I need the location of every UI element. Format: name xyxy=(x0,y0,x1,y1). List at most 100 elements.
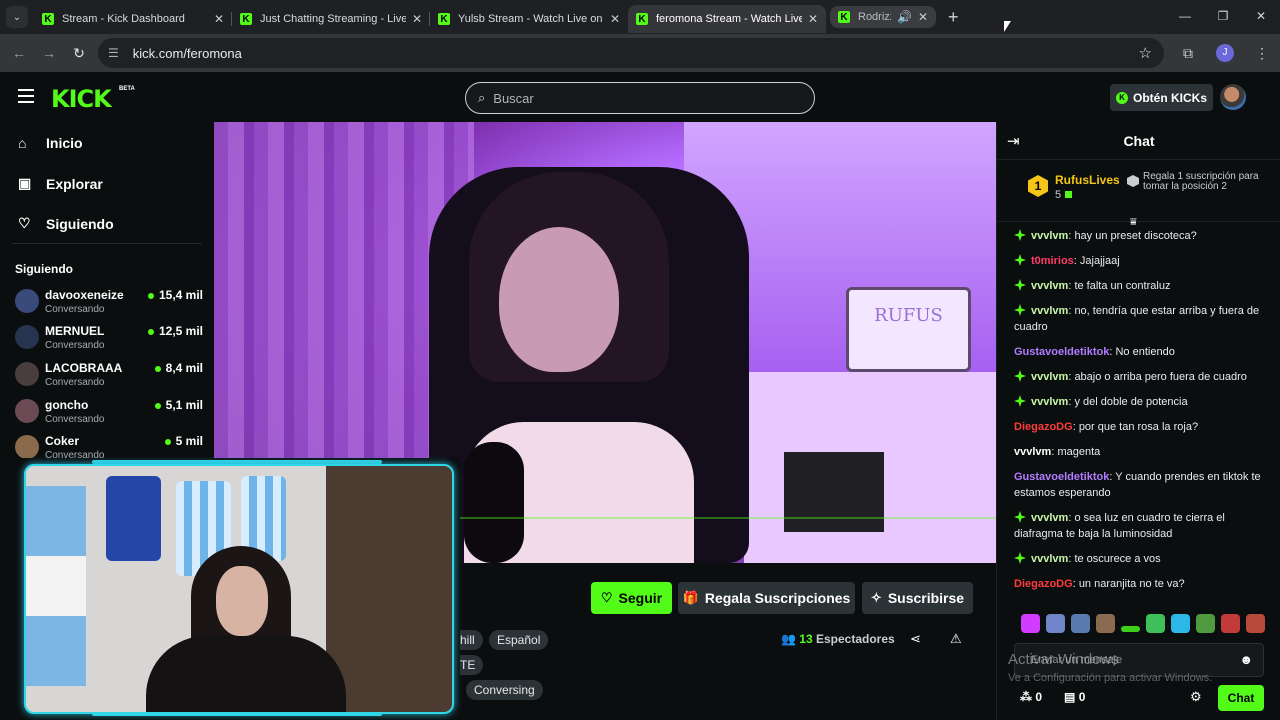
channel-shop[interactable]: ▤ 0 xyxy=(1064,690,1085,704)
follow-button[interactable]: ♡ Seguir xyxy=(591,582,672,614)
subscribe-button[interactable]: ✧ Suscribirse xyxy=(862,582,973,614)
sidebar-item-siguiendo[interactable]: ♡ Siguiendo xyxy=(18,215,114,232)
emote-icon[interactable] xyxy=(1221,614,1240,633)
forward-icon[interactable]: → xyxy=(34,45,64,61)
user-avatar[interactable] xyxy=(1220,84,1246,110)
emote-icon[interactable] xyxy=(1071,614,1090,633)
emote-icon[interactable] xyxy=(1121,626,1140,632)
subscriber-badge-icon xyxy=(1014,395,1026,407)
close-tab-icon[interactable]: ✕ xyxy=(214,12,224,26)
avatar xyxy=(15,325,39,349)
address-bar[interactable]: ☰ kick.com/feromona ☆ xyxy=(98,38,1164,68)
followed-channel-lacobraaa[interactable]: LACOBRAAA Conversando 8,4 mil xyxy=(15,359,203,391)
gift-subs-button[interactable]: 🎁 Regala Suscripciones xyxy=(678,582,855,614)
close-tab-icon[interactable]: ✕ xyxy=(412,12,422,26)
chat-text: Jajajjaaj xyxy=(1079,255,1120,267)
emoji-picker-icon[interactable]: ☻ xyxy=(1239,644,1253,676)
chat-username[interactable]: vvvlvm xyxy=(1031,371,1068,383)
chat-message: Gustavoeldetiktok: No entiendo xyxy=(1014,346,1175,358)
emote-icon[interactable] xyxy=(1146,614,1165,633)
chat-message: DiegazoDG: por que tan rosa la roja? xyxy=(1014,421,1199,433)
chat-message: vvvlvm: abajo o arriba pero fuera de cua… xyxy=(997,369,1280,385)
followed-channel-mernuel[interactable]: MERNUEL Conversando 12,5 mil xyxy=(15,322,203,354)
more-menu-icon[interactable]: ⋮ xyxy=(1244,45,1280,62)
reload-icon[interactable]: ↻ xyxy=(64,45,94,62)
chat-username[interactable]: vvvlvm xyxy=(1031,305,1068,317)
viewer-count: 5 mil xyxy=(165,434,203,448)
browser-tab[interactable]: K Stream - Kick Dashboard ✕ xyxy=(34,5,232,33)
report-icon[interactable]: ⚠ xyxy=(950,631,962,647)
emote-icon[interactable] xyxy=(1246,614,1265,633)
viewer-count: 15,4 mil xyxy=(148,288,203,302)
emote-icon[interactable] xyxy=(1046,614,1065,633)
site-info-icon[interactable]: ☰ xyxy=(108,46,119,60)
close-tab-icon[interactable]: ✕ xyxy=(808,12,818,26)
chat-username[interactable]: Gustavoeldetiktok xyxy=(1014,346,1109,358)
kick-favicon-icon: K xyxy=(240,13,252,25)
maximize-icon[interactable]: ❐ xyxy=(1204,0,1242,34)
subscriber-badge-icon xyxy=(1014,552,1026,564)
sidebar-item-explorar[interactable]: ▣ Explorar xyxy=(18,175,103,192)
close-tab-icon[interactable]: ✕ xyxy=(918,10,928,24)
channel-points[interactable]: ⁂ 0 xyxy=(1020,690,1042,704)
chat-username[interactable]: vvvlvm xyxy=(1014,446,1051,458)
video-streamer-face xyxy=(499,227,619,372)
gift-prompt: Regala 1 suscripción para tomar la posic… xyxy=(1143,171,1259,192)
chat-username[interactable]: vvvlvm xyxy=(1031,512,1068,524)
top-gifter-name[interactable]: RufusLives xyxy=(1055,173,1120,187)
emote-icon[interactable] xyxy=(1021,614,1040,633)
get-kicks-button[interactable]: K Obtén KICKs xyxy=(1110,84,1213,111)
minimize-icon[interactable]: — xyxy=(1166,0,1204,34)
site-header: KICK BETA ⌕ Buscar K Obtén KICKs xyxy=(0,72,1280,122)
chat-username[interactable]: vvvlvm xyxy=(1031,396,1068,408)
browser-tab[interactable]: K Yulsb Stream - Watch Live on Ki ✕ xyxy=(430,5,628,33)
gift-icon: 🎁 xyxy=(682,590,699,605)
chat-username[interactable]: vvvlvm xyxy=(1031,553,1068,565)
send-chat-button[interactable]: Chat xyxy=(1218,685,1264,711)
chat-message: vvvlvm: no, tendría que estar arriba y f… xyxy=(1014,304,1260,333)
kick-logo[interactable]: KICK xyxy=(51,85,112,113)
chat-message: vvvlvm: o sea luz en cuadro te cierra el… xyxy=(1014,511,1225,540)
subscriber-badge-icon xyxy=(1014,229,1026,241)
emote-icon[interactable] xyxy=(1171,614,1190,633)
emote-icon[interactable] xyxy=(1196,614,1215,633)
bookmark-star-icon[interactable]: ☆ xyxy=(1139,44,1152,62)
channel-name: LACOBRAAA xyxy=(45,361,123,375)
channel-name: MERNUEL xyxy=(45,324,105,338)
kicks-coin-icon: K xyxy=(1115,91,1128,104)
video-sign: RUFUS xyxy=(846,287,971,372)
chat-username[interactable]: t0mirios xyxy=(1031,255,1074,267)
profile-avatar[interactable]: J xyxy=(1216,44,1234,62)
back-icon[interactable]: ← xyxy=(4,45,34,61)
sidebar-item-inicio[interactable]: ⌂ Inicio xyxy=(18,135,83,151)
browser-tab-active[interactable]: K feromona Stream - Watch Live o ✕ xyxy=(628,5,826,33)
audio-playing-icon[interactable]: 🔊 xyxy=(897,10,912,24)
chat-settings-icon[interactable]: ⚙ xyxy=(1190,689,1202,705)
webcam-frame-decoration xyxy=(92,712,382,716)
sidebar-item-label: Siguiendo xyxy=(46,215,114,232)
stream-tag[interactable]: Español xyxy=(489,630,549,650)
search-input[interactable]: ⌕ Buscar xyxy=(465,82,815,114)
chat-username[interactable]: vvvlvm xyxy=(1031,230,1068,242)
browser-tab[interactable]: K Rodrizz 🔊 ✕ xyxy=(830,6,936,28)
chat-username[interactable]: Gustavoeldetiktok xyxy=(1014,471,1109,483)
chat-username[interactable]: DiegazoDG xyxy=(1014,421,1073,433)
close-window-icon[interactable]: ✕ xyxy=(1242,0,1280,34)
chat-text: por que tan rosa la roja? xyxy=(1078,421,1199,433)
emote-icon[interactable] xyxy=(1096,614,1115,633)
chat-message: vvvlvm: te oscurece a vos xyxy=(997,551,1280,567)
chat-username[interactable]: vvvlvm xyxy=(1031,280,1068,292)
browser-tab[interactable]: K Just Chatting Streaming - Live S ✕ xyxy=(232,5,430,33)
tab-title: Rodrizz xyxy=(858,11,891,23)
menu-icon[interactable] xyxy=(18,89,34,103)
chat-username[interactable]: DiegazoDG xyxy=(1014,578,1073,590)
new-tab-button[interactable]: + xyxy=(948,7,959,28)
tab-search-button[interactable]: ⌄ xyxy=(6,6,28,28)
followed-channel-davooxeneize[interactable]: davooxeneize Conversando 15,4 mil xyxy=(15,286,203,318)
close-tab-icon[interactable]: ✕ xyxy=(610,12,620,26)
channel-category: Conversando xyxy=(45,377,105,388)
extensions-icon[interactable]: ⧉ xyxy=(1170,45,1206,62)
followed-channel-goncho[interactable]: goncho Conversando 5,1 mil xyxy=(15,396,203,428)
stream-tag[interactable]: Conversing xyxy=(466,680,543,700)
share-icon[interactable]: ⋖ xyxy=(910,631,921,647)
